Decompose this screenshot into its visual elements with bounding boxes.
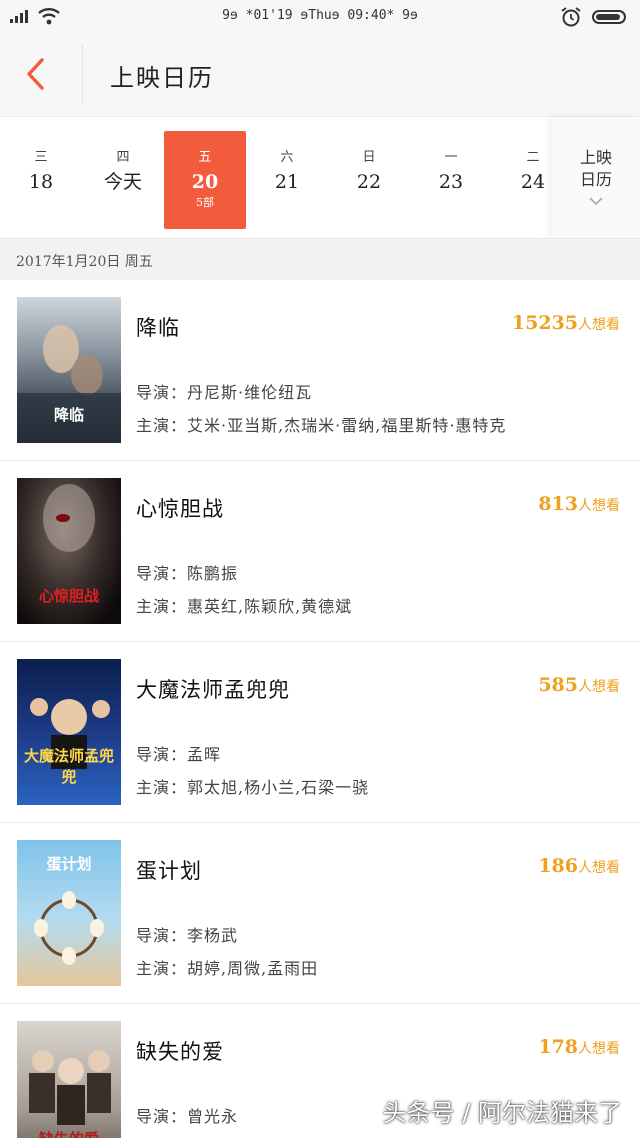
want-count: 813 bbox=[538, 493, 578, 515]
date-section-header: 2017年1月20日 周五 bbox=[0, 238, 640, 280]
date-item-20-selected[interactable]: 五 20 5部 bbox=[164, 131, 246, 229]
day-label: 21 bbox=[274, 171, 300, 193]
want-suffix: 人想看 bbox=[578, 1041, 620, 1057]
want-to-see: 186人想看 bbox=[538, 855, 620, 877]
weekday-label: 日 bbox=[362, 150, 376, 165]
day-label: 20 bbox=[191, 171, 219, 193]
movie-title: 心惊胆战 bbox=[136, 497, 224, 521]
poster-title: 降临 bbox=[53, 406, 84, 424]
movie-item[interactable]: 蛋计划 蛋计划 186人想看 导演：李杨武 主演：胡婷,周微,孟雨田 bbox=[0, 823, 640, 1004]
weekday-label: 五 bbox=[198, 150, 212, 165]
movie-cast: 主演：胡婷,周微,孟雨田 bbox=[136, 959, 319, 978]
movie-director: 导演：孟晖 bbox=[136, 745, 222, 764]
date-item-21[interactable]: 六 21 bbox=[246, 131, 328, 229]
date-item-23[interactable]: 一 23 bbox=[410, 131, 492, 229]
movie-title: 降临 bbox=[136, 316, 180, 340]
movie-title: 大魔法师孟兜兜 bbox=[136, 678, 290, 702]
want-count: 15235 bbox=[511, 312, 578, 334]
back-arrow-icon[interactable] bbox=[20, 56, 56, 92]
want-suffix: 人想看 bbox=[578, 498, 620, 514]
want-count: 178 bbox=[538, 1036, 578, 1058]
day-label: 18 bbox=[28, 171, 54, 193]
want-count: 585 bbox=[538, 674, 578, 696]
movie-title: 缺失的爱 bbox=[136, 1040, 224, 1064]
movie-cast: 主演：郭太旭,杨小兰,石梁一骁 bbox=[136, 778, 370, 797]
poster-title: 心惊胆战 bbox=[38, 587, 99, 605]
weekday-label: 四 bbox=[116, 150, 130, 165]
date-item-18[interactable]: 三 18 bbox=[0, 131, 82, 229]
movie-item[interactable]: 降临 降临 15235人想看 导演：丹尼斯·维伦纽瓦 主演：艾米·亚当斯,杰瑞米… bbox=[0, 280, 640, 461]
movie-cast: 主演：惠英红,陈颖欣,黄德斌 bbox=[136, 597, 353, 616]
weekday-label: 三 bbox=[34, 150, 48, 165]
calendar-button-line1: 上映 bbox=[579, 148, 612, 167]
calendar-button-line2: 日历 bbox=[579, 170, 612, 189]
movie-title: 蛋计划 bbox=[136, 859, 202, 883]
battery-icon bbox=[592, 10, 626, 24]
day-label: 22 bbox=[356, 171, 382, 193]
date-selector: 三 18 四 今天 五 20 5部 六 21 日 22 一 23 二 24 上映… bbox=[0, 116, 640, 239]
movie-poster: 大魔法师孟兜兜 bbox=[17, 659, 121, 805]
movie-director: 导演：曾光永 bbox=[136, 1107, 239, 1126]
movie-director: 导演：李杨武 bbox=[136, 926, 239, 945]
want-to-see: 178人想看 bbox=[538, 1036, 620, 1058]
day-label: 23 bbox=[438, 171, 464, 193]
movie-item[interactable]: 心惊胆战 心惊胆战 813人想看 导演：陈鹏振 主演：惠英红,陈颖欣,黄德斌 bbox=[0, 461, 640, 642]
status-time: 9ɘ *01'19 ɘThuɘ 09:40* 9ɘ bbox=[222, 8, 418, 23]
movie-director: 导演：陈鹏振 bbox=[136, 564, 239, 583]
alarm-icon bbox=[561, 7, 581, 27]
want-to-see: 15235人想看 bbox=[512, 312, 620, 334]
page-title: 上映日历 bbox=[110, 64, 214, 92]
want-suffix: 人想看 bbox=[578, 317, 620, 333]
movie-count-label: 5部 bbox=[196, 196, 214, 209]
movie-cast: 主演：艾米·亚当斯,杰瑞米·雷纳,福里斯特·惠特克 bbox=[136, 416, 507, 435]
date-item-today[interactable]: 四 今天 bbox=[82, 131, 164, 229]
poster-title: 蛋计划 bbox=[46, 855, 92, 873]
movie-director: 导演：丹尼斯·维伦纽瓦 bbox=[136, 383, 313, 402]
want-to-see: 813人想看 bbox=[538, 493, 620, 515]
want-suffix: 人想看 bbox=[578, 679, 620, 695]
movie-poster: 缺失的爱 bbox=[17, 1021, 121, 1138]
movie-poster: 蛋计划 bbox=[17, 840, 121, 986]
weekday-label: 六 bbox=[280, 150, 294, 165]
chevron-down-icon bbox=[589, 197, 603, 206]
release-calendar-button[interactable]: 上映 日历 bbox=[552, 117, 640, 239]
date-section-label: 2017年1月20日 周五 bbox=[16, 254, 153, 270]
watermark: 头条号 / 阿尔法猫来了 bbox=[382, 1099, 622, 1127]
status-bar: 9ɘ *01'19 ɘThuɘ 09:40* 9ɘ bbox=[0, 0, 640, 34]
movie-item[interactable]: 大魔法师孟兜兜 大魔法师孟兜兜 585人想看 导演：孟晖 主演：郭太旭,杨小兰,… bbox=[0, 642, 640, 823]
header-divider bbox=[82, 44, 83, 106]
poster-title: 缺失的爱 bbox=[17, 1128, 121, 1138]
poster-title: 大魔法师孟兜兜 bbox=[23, 747, 114, 786]
weekday-label: 一 bbox=[444, 150, 458, 165]
movie-poster: 降临 bbox=[17, 297, 121, 443]
want-suffix: 人想看 bbox=[578, 860, 620, 876]
movie-poster: 心惊胆战 bbox=[17, 478, 121, 624]
movie-list: 降临 降临 15235人想看 导演：丹尼斯·维伦纽瓦 主演：艾米·亚当斯,杰瑞米… bbox=[0, 280, 640, 1138]
top-nav: 上映日历 bbox=[0, 34, 640, 116]
date-item-22[interactable]: 日 22 bbox=[328, 131, 410, 229]
day-label: 今天 bbox=[103, 171, 142, 193]
want-to-see: 585人想看 bbox=[538, 674, 620, 696]
want-count: 186 bbox=[538, 855, 578, 877]
